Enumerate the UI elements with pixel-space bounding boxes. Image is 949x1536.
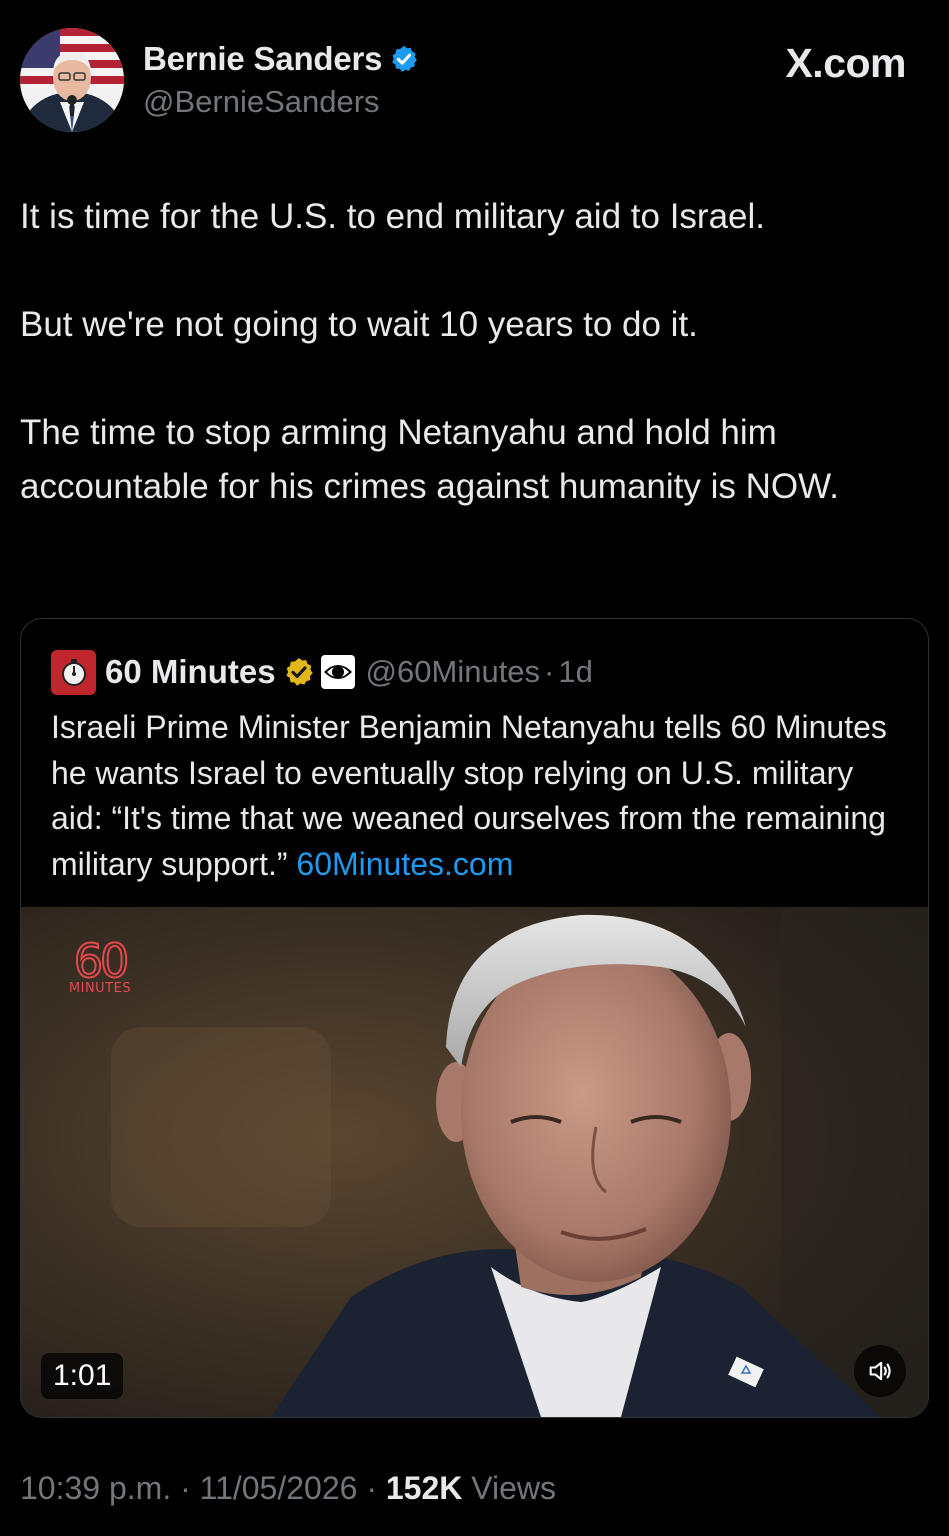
author-avatar-image — [20, 28, 124, 132]
separator-dot: · — [366, 1470, 377, 1506]
author-name-block: Bernie Sanders @BernieSanders — [143, 38, 419, 120]
tweet-date[interactable]: 11/05/2026 — [200, 1470, 358, 1506]
site-label: X.com — [785, 40, 906, 86]
separator-dot: · — [180, 1470, 191, 1506]
separator-dot: · — [544, 654, 555, 689]
gold-verified-badge-icon — [283, 656, 315, 688]
logo-word: MINUTES — [68, 981, 132, 996]
quoted-tweet-time[interactable]: 1d — [558, 654, 592, 690]
stopwatch-icon — [61, 659, 86, 686]
verified-badge-icon — [389, 44, 419, 74]
tweet-time[interactable]: 10:39 p.m. — [20, 1470, 171, 1506]
quoted-tweet-header: 60 Minutes @60Minutes · 1d — [51, 649, 593, 695]
video-duration: 1:01 — [41, 1353, 124, 1399]
tweet-card: Bernie Sanders @BernieSanders X.com It i… — [0, 0, 949, 1536]
tweet-metadata: 10:39 p.m. · 11/05/2026 · 152K Views — [20, 1470, 556, 1507]
tweet-paragraph: It is time for the U.S. to end military … — [20, 197, 765, 236]
tweet-paragraph: The time to stop arming Netanyahu and ho… — [20, 413, 839, 506]
quoted-author-avatar[interactable] — [51, 649, 96, 695]
tweet-paragraph: But we're not going to wait 10 years to … — [20, 305, 698, 344]
views-count: 152K — [385, 1470, 463, 1506]
display-name-row: Bernie Sanders — [143, 38, 419, 80]
speaker-icon — [869, 1361, 891, 1381]
sixty-minutes-logo: 60 MINUTES — [55, 934, 145, 996]
quoted-tweet-link[interactable]: 60Minutes.com — [296, 846, 513, 882]
quoted-tweet[interactable]: 60 Minutes @60Minutes · 1d Israeli Prime… — [20, 618, 929, 1418]
video-player[interactable]: 60 MINUTES 1:01 — [21, 907, 928, 1417]
quoted-tweet-text: Israeli Prime Minister Benjamin Netanyah… — [51, 705, 911, 887]
cbs-eye-icon — [320, 654, 356, 690]
views-label: Views — [471, 1470, 557, 1506]
author-display-name[interactable]: Bernie Sanders — [143, 40, 383, 78]
logo-number: 60 — [73, 934, 131, 988]
video-thumbnail — [21, 907, 928, 1417]
author-avatar[interactable] — [20, 28, 124, 132]
mute-toggle-button[interactable] — [854, 1345, 906, 1397]
quoted-author-name[interactable]: 60 Minutes — [105, 653, 276, 691]
tweet-text: It is time for the U.S. to end military … — [20, 190, 920, 514]
author-handle[interactable]: @BernieSanders — [143, 84, 419, 120]
tweet-header: Bernie Sanders @BernieSanders X.com — [20, 28, 929, 134]
quoted-author-handle[interactable]: @60Minutes — [366, 654, 541, 690]
